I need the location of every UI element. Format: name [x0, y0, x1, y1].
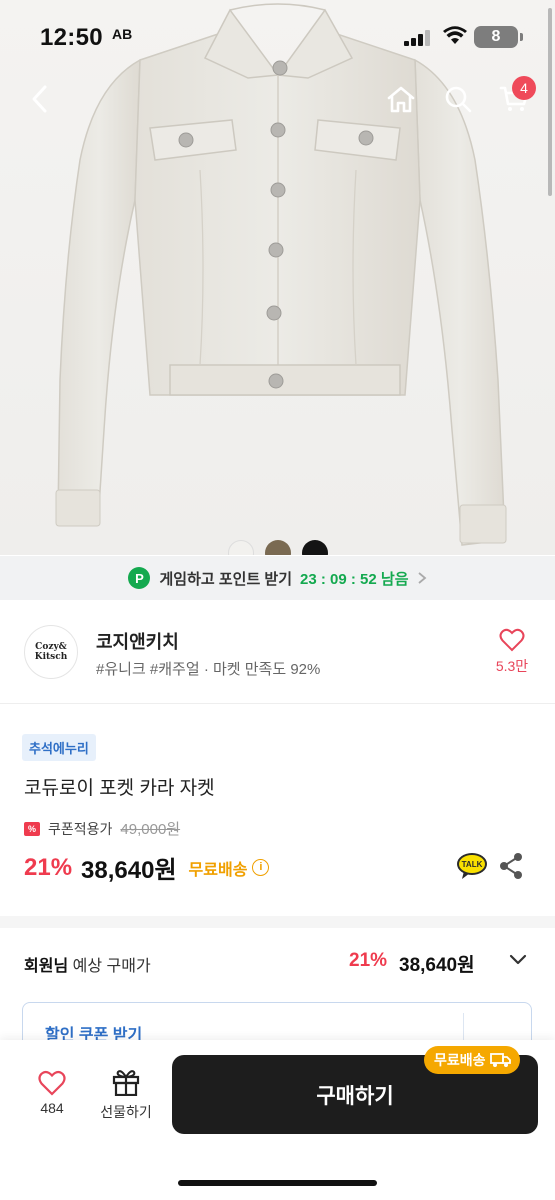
kakao-talk-button[interactable]: TALK — [456, 852, 488, 885]
swatch-black[interactable] — [302, 540, 328, 555]
cart-count-badge: 4 — [512, 76, 536, 100]
talk-icon: TALK — [457, 853, 487, 879]
status-bar: 12:50 AB 8 — [0, 0, 555, 70]
member-price: 38,640원 — [399, 955, 475, 976]
gift-icon — [112, 1070, 140, 1096]
info-icon[interactable]: i — [252, 859, 270, 876]
chevron-down-icon[interactable] — [508, 952, 528, 966]
promo-timer: 23 : 09 : 52 남음 — [300, 570, 409, 588]
sale-price: 38,640원 — [81, 857, 177, 884]
share-icon — [500, 853, 522, 879]
cellular-signal-icon — [404, 30, 434, 46]
page-scrollbar[interactable] — [548, 8, 552, 196]
point-icon: P — [128, 567, 151, 589]
svg-text:TALK: TALK — [462, 860, 483, 869]
heart-icon — [38, 1070, 66, 1096]
shop-tags: #유니크 #캐주얼 · 마켓 만족도 92% — [96, 661, 321, 678]
promo-text: 게임하고 포인트 받기 — [159, 570, 293, 588]
member-label-bold: 회원님 — [24, 958, 69, 975]
like-button[interactable]: 484 — [24, 1070, 80, 1116]
discount-rate: 21% — [24, 853, 73, 881]
search-button[interactable] — [441, 82, 475, 116]
shop-info-row[interactable]: Cozy& Kitsch 코지앤키치 #유니크 #캐주얼 · 마켓 만족도 92… — [0, 600, 555, 704]
product-title: 코듀로이 포켓 카라 자켓 — [24, 778, 215, 799]
price-row: 21% 38,640원 무료배송 i — [24, 850, 270, 885]
member-price-row[interactable]: 회원님 예상 구매가 21% 38,640원 — [0, 928, 555, 996]
chevron-left-icon — [32, 85, 47, 113]
back-button[interactable] — [22, 82, 56, 116]
section-divider — [0, 916, 555, 928]
event-badge: 추석에누리 — [22, 734, 96, 761]
battery-tip — [520, 33, 523, 41]
free-shipping-label: 무료배송 — [188, 861, 248, 879]
shop-logo-line1: Cozy& — [35, 642, 67, 652]
home-icon — [387, 86, 415, 113]
heart-icon — [499, 628, 525, 652]
coupon-label: 쿠폰적용가 — [48, 820, 113, 837]
coupon-price-row: % 쿠폰적용가 49,000원 — [24, 818, 180, 839]
status-carrier: AB — [112, 26, 133, 42]
original-price: 49,000원 — [120, 821, 181, 838]
shop-logo[interactable]: Cozy& Kitsch — [24, 625, 78, 679]
swatch-ivory[interactable] — [228, 540, 254, 555]
shop-name[interactable]: 코지앤키치 — [96, 628, 179, 654]
free-shipping-badge-label: 무료배송 — [434, 1052, 486, 1068]
member-label-rest: 예상 구매가 — [68, 958, 151, 975]
product-image-carousel[interactable]: 12:50 AB 8 4 — [0, 0, 555, 555]
home-button[interactable] — [384, 82, 418, 116]
member-discount: 21% — [349, 950, 388, 971]
search-icon — [445, 86, 472, 113]
shop-logo-line2: Kitsch — [34, 652, 68, 662]
gift-label: 선물하기 — [100, 1104, 152, 1120]
battery-indicator: 8 — [474, 26, 518, 48]
coupon-icon: % — [24, 821, 40, 836]
truck-icon — [489, 1053, 511, 1067]
gift-button[interactable]: 선물하기 — [90, 1068, 162, 1122]
share-button[interactable] — [498, 852, 524, 885]
status-time: 12:50 — [40, 24, 103, 51]
member-price-label: 회원님 예상 구매가 — [24, 952, 151, 976]
swatch-brown[interactable] — [265, 540, 291, 555]
color-swatches — [0, 540, 555, 555]
shop-like-count: 5.3만 — [495, 658, 529, 674]
shop-like-button[interactable]: 5.3만 — [486, 628, 538, 676]
game-point-promo-bar[interactable]: P 게임하고 포인트 받기 23 : 09 : 52 남음 — [0, 556, 555, 600]
home-indicator — [178, 1180, 377, 1186]
free-shipping-badge: 무료배송 — [424, 1046, 520, 1074]
bottom-action-bar: 484 선물하기 구매하기 무료배송 — [0, 1040, 555, 1200]
chevron-right-icon — [417, 572, 426, 584]
like-count: 484 — [40, 1100, 64, 1116]
wifi-icon — [443, 26, 467, 44]
